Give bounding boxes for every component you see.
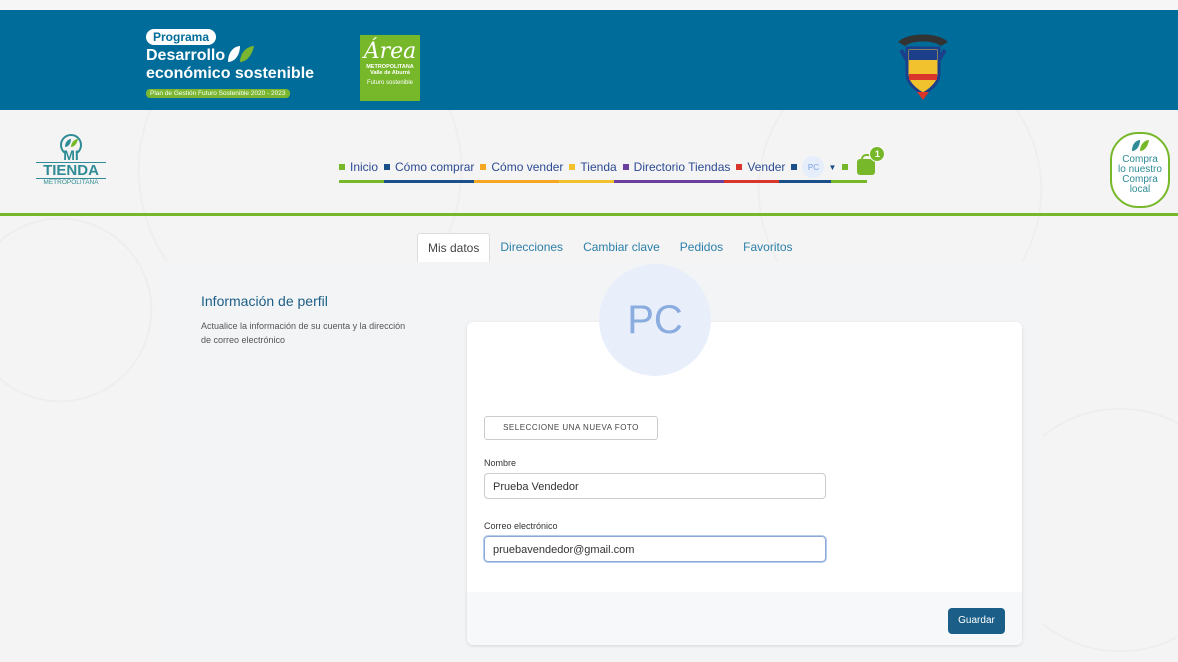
save-button[interactable]: Guardar (948, 608, 1005, 634)
area-metropolitana-logo: Área METROPOLITANA Valle de Aburrá Futur… (360, 35, 420, 101)
programa-label: Programa (146, 29, 217, 45)
section-title: Información de perfil (201, 293, 328, 309)
nav-square-icon (622, 164, 629, 170)
nav-square-icon (569, 164, 576, 170)
nav-item-directorio-tiendas[interactable]: Directorio Tiendas (622, 160, 731, 174)
compra-local-logo: Compra lo nuestro Compra local (1110, 132, 1170, 208)
nav-square-icon (791, 164, 798, 170)
profile-panel: Información de perfil Actualice la infor… (157, 261, 1043, 662)
site-header: MI TIENDA METROPOLITANA Inicio Cómo comp… (0, 110, 1178, 216)
nav-square-icon (736, 164, 743, 170)
email-input[interactable]: pruebavendedor@gmail.com (484, 536, 826, 562)
section-description: Actualice la información de su cuenta y … (201, 321, 406, 345)
name-label: Nombre (484, 458, 517, 468)
government-banner: Programa Desarrollo económico sostenible… (0, 10, 1178, 110)
programa-plan: Plan de Gestión Futuro Sostenible 2020 -… (146, 89, 290, 98)
nav-color-bar (339, 180, 867, 183)
main-nav: Inicio Cómo comprar Cómo vender Tienda D… (339, 146, 886, 182)
tab-favoritos[interactable]: Favoritos (733, 233, 802, 261)
nav-square-icon (480, 164, 487, 170)
account-tabs: Mis datos Direcciones Cambiar clave Pedi… (417, 233, 803, 262)
tab-mis-datos[interactable]: Mis datos (417, 233, 491, 262)
tab-pedidos[interactable]: Pedidos (670, 233, 733, 261)
nav-label: Cómo vender (491, 160, 564, 174)
user-menu[interactable]: PC ▼ (791, 156, 836, 178)
nav-square-icon (339, 164, 345, 170)
cart-count-badge: 1 (869, 146, 886, 162)
nav-label: Directorio Tiendas (633, 160, 731, 174)
nav-item-como-vender[interactable]: Cómo vender (480, 160, 563, 174)
area-logo-valle: Valle de Aburrá (370, 70, 410, 76)
colombia-coat-of-arms-icon (898, 34, 948, 100)
area-logo-name: Área (363, 39, 417, 64)
select-photo-button[interactable]: SELECCIONE UNA NUEVA FOTO (484, 416, 658, 440)
nav-label: Vender (747, 160, 786, 174)
nav-item-tienda[interactable]: Tienda (569, 160, 617, 174)
profile-avatar[interactable]: PC (599, 264, 711, 376)
compra-line-4: local (1129, 184, 1151, 195)
mi-tienda-logo[interactable]: MI TIENDA METROPOLITANA (36, 134, 106, 195)
logo-tienda: TIENDA (36, 162, 106, 179)
nav-label: Inicio (350, 160, 379, 174)
name-input[interactable]: Prueba Vendedor (484, 473, 826, 499)
user-avatar: PC (802, 156, 825, 178)
nav-label: Tienda (580, 160, 617, 174)
nav-label: Cómo comprar (395, 160, 475, 174)
email-label: Correo electrónico (484, 521, 558, 531)
nav-item-como-comprar[interactable]: Cómo comprar (384, 160, 474, 174)
nav-square-icon (842, 164, 849, 170)
leaf-icon (60, 134, 82, 153)
programa-title-2: económico sostenible (146, 65, 315, 82)
programa-logo: Programa Desarrollo económico sostenible… (146, 28, 316, 98)
card-footer: Guardar (467, 592, 1022, 645)
shopping-bag-icon: 1 (857, 146, 886, 175)
cart-button[interactable]: 1 (842, 146, 886, 175)
nav-square-icon (384, 164, 391, 170)
chevron-down-icon: ▼ (828, 162, 837, 172)
leaf-icon (1132, 140, 1149, 151)
nav-item-vender[interactable]: Vender (736, 160, 785, 174)
profile-form-card: SELECCIONE UNA NUEVA FOTO Nombre Prueba … (467, 322, 1022, 645)
tab-direcciones[interactable]: Direcciones (490, 233, 573, 261)
logo-metropolitana: METROPOLITANA (43, 179, 99, 186)
tab-cambiar-clave[interactable]: Cambiar clave (573, 233, 670, 261)
nav-item-inicio[interactable]: Inicio (339, 160, 378, 174)
area-logo-futuro: Futuro sostenible (366, 80, 414, 86)
leaf-icon (228, 46, 254, 62)
